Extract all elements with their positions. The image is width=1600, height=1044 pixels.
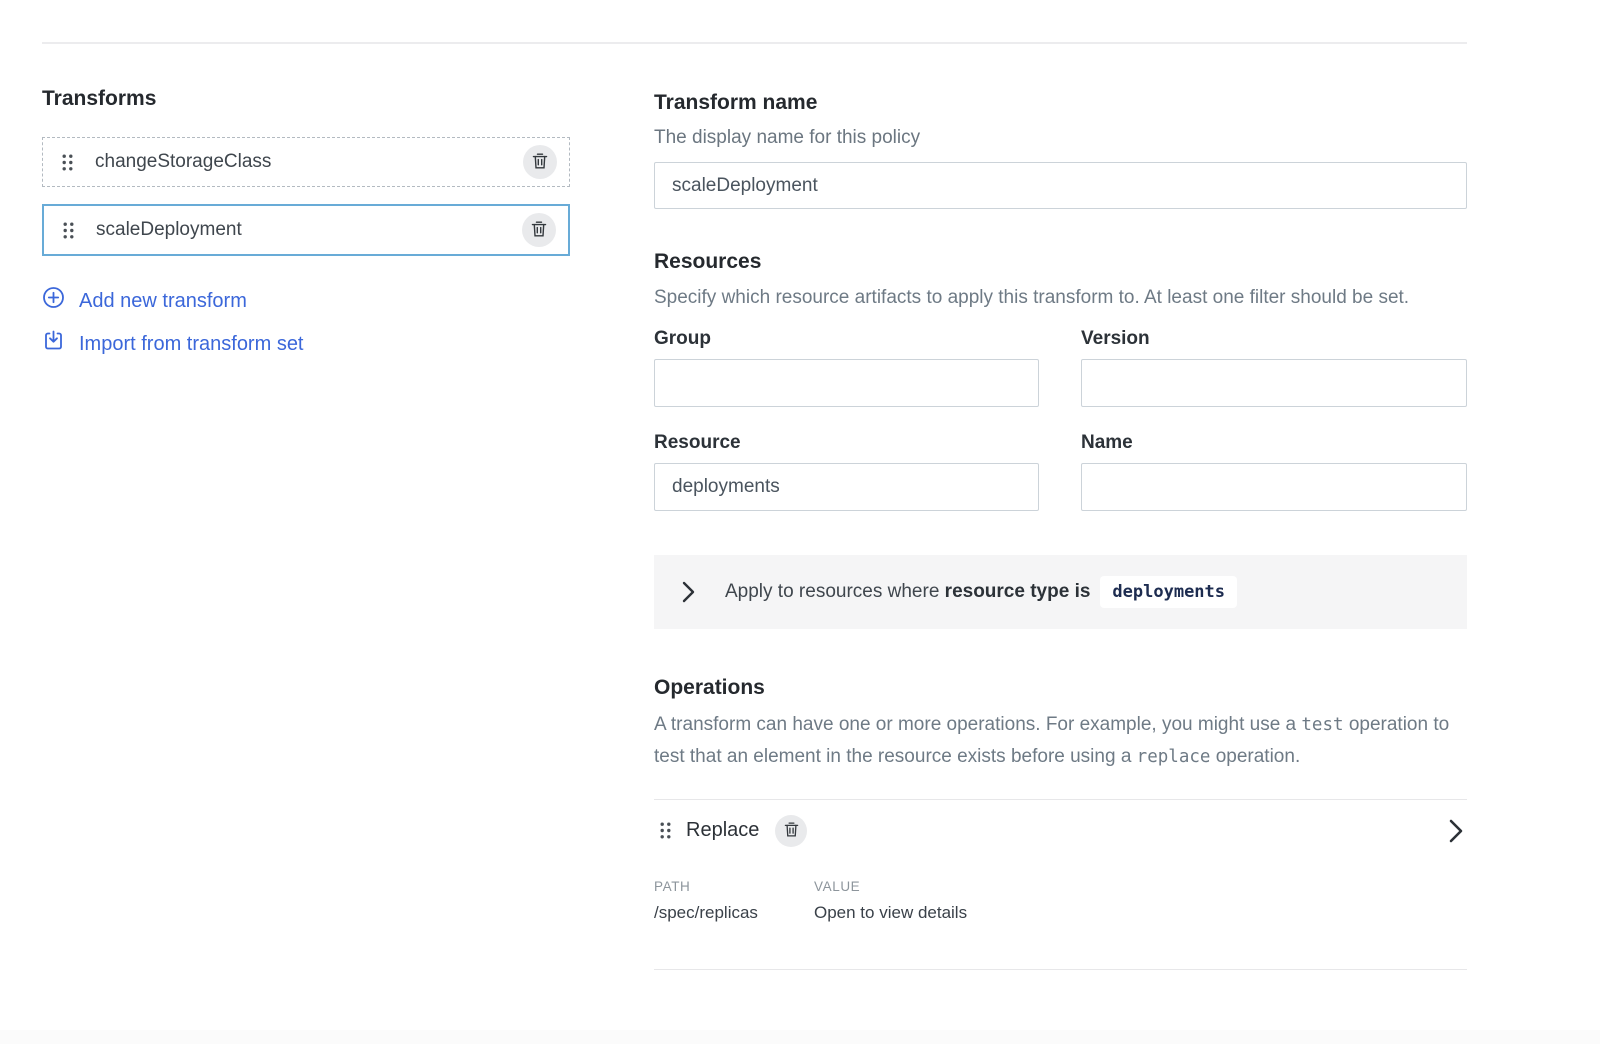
resource-filter-fields: Group Version Resource Name <box>654 327 1467 511</box>
name-field: Name <box>1081 431 1467 511</box>
trash-icon <box>532 152 548 173</box>
trash-icon <box>531 220 547 241</box>
group-field: Group <box>654 327 1039 407</box>
transforms-panel: Transforms changeStorageClass <box>42 86 570 359</box>
operations-title: Operations <box>654 675 1467 701</box>
operations-description-text: A transform can have one or more operati… <box>654 714 1301 735</box>
filter-summary-panel[interactable]: Apply to resources where resource type i… <box>654 555 1467 629</box>
version-field: Version <box>1081 327 1467 407</box>
footer-strip <box>0 1030 1600 1044</box>
filter-summary-bold: resource type is <box>945 581 1091 602</box>
transform-name-subtitle: The display name for this policy <box>654 126 1467 150</box>
open-operation-chevron-right-icon[interactable] <box>1449 819 1463 843</box>
import-from-transform-set-link[interactable]: Import from transform set <box>42 329 570 359</box>
filter-summary-text: Apply to resources where resource type i… <box>725 576 1237 608</box>
value-value: Open to view details <box>814 902 1467 923</box>
filter-summary-prefix: Apply to resources where <box>725 581 939 602</box>
resource-input[interactable] <box>654 463 1039 511</box>
transform-card-label: changeStorageClass <box>95 151 523 173</box>
resources-title: Resources <box>654 249 1467 275</box>
name-input[interactable] <box>1081 463 1467 511</box>
version-input[interactable] <box>1081 359 1467 407</box>
operation-meta: PATH /spec/replicas VALUE Open to view d… <box>654 879 1467 923</box>
add-new-transform-label: Add new transform <box>79 288 247 314</box>
delete-transform-button[interactable] <box>522 213 556 247</box>
transforms-title: Transforms <box>42 86 570 112</box>
transform-name-title: Transform name <box>654 90 1467 116</box>
import-icon <box>42 329 65 359</box>
group-input[interactable] <box>654 359 1039 407</box>
operation-row-replace[interactable]: Replace <box>654 800 1467 847</box>
drag-handle-icon[interactable] <box>660 822 671 839</box>
top-divider <box>42 42 1467 44</box>
chevron-right-icon[interactable] <box>682 581 695 603</box>
version-label: Version <box>1081 327 1467 351</box>
value-column: VALUE Open to view details <box>814 879 1467 923</box>
path-label: PATH <box>654 879 814 895</box>
operations-description-text: operation. <box>1210 746 1300 767</box>
import-from-transform-set-label: Import from transform set <box>79 331 304 357</box>
transform-card-scaleDeployment[interactable]: scaleDeployment <box>42 204 570 256</box>
path-column: PATH /spec/replicas <box>654 879 814 923</box>
transform-card-label: scaleDeployment <box>96 219 522 241</box>
transform-name-input[interactable] <box>654 162 1467 209</box>
resources-description: Specify which resource artifacts to appl… <box>654 283 1467 313</box>
add-new-transform-link[interactable]: Add new transform <box>42 286 570 316</box>
group-label: Group <box>654 327 1039 351</box>
filter-summary-chip: deployments <box>1100 576 1237 608</box>
name-label: Name <box>1081 431 1467 455</box>
bottom-divider <box>654 969 1467 970</box>
operation-name: Replace <box>686 819 759 842</box>
drag-handle-icon[interactable] <box>62 154 73 171</box>
resource-label: Resource <box>654 431 1039 455</box>
path-value: /spec/replicas <box>654 902 814 923</box>
code-replace: replace <box>1137 747 1211 767</box>
delete-transform-button[interactable] <box>523 145 557 179</box>
delete-operation-button[interactable] <box>775 815 807 847</box>
trash-icon <box>784 821 799 841</box>
transform-editor-panel: Transform name The display name for this… <box>654 90 1467 970</box>
drag-handle-icon[interactable] <box>63 222 74 239</box>
operations-description: A transform can have one or more operati… <box>654 709 1467 773</box>
transform-card-changeStorageClass[interactable]: changeStorageClass <box>42 137 570 187</box>
plus-circle-icon <box>42 286 65 316</box>
resource-field: Resource <box>654 431 1039 511</box>
value-label: VALUE <box>814 879 1467 895</box>
code-test: test <box>1301 715 1343 735</box>
